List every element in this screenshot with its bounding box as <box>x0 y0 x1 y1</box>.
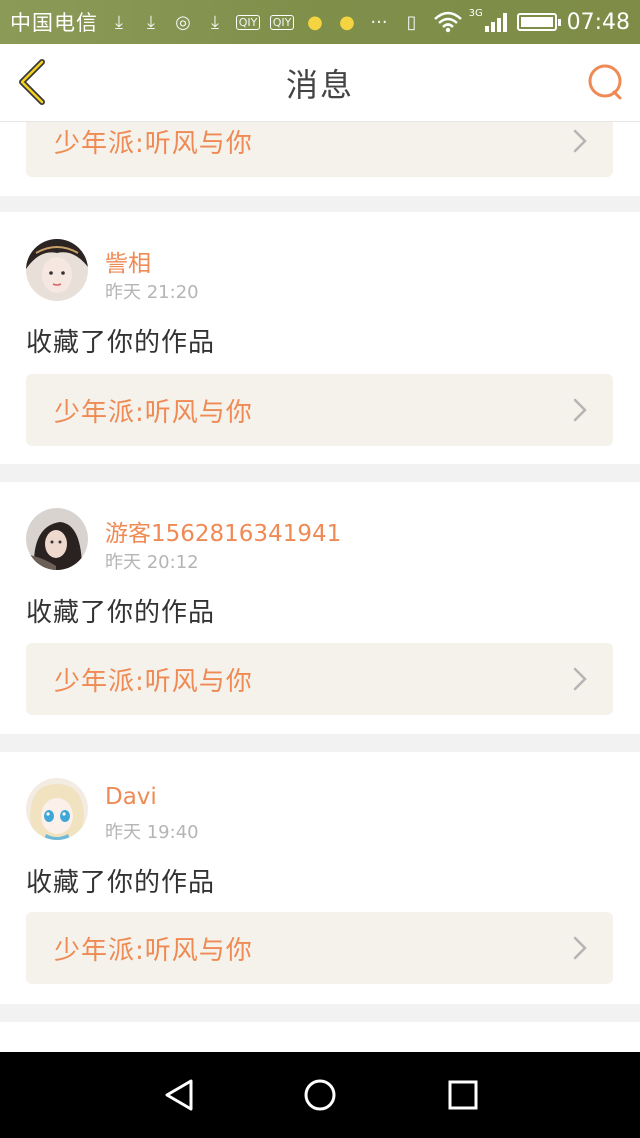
message-time: 昨天 21:20 <box>105 282 199 303</box>
back-button[interactable] <box>14 58 54 106</box>
user-name[interactable]: 訾相 <box>105 244 151 278</box>
navigation-bar <box>0 1052 640 1138</box>
work-link[interactable]: 少年派:听风与你 <box>26 122 613 177</box>
clock: 07:48 <box>566 9 630 35</box>
message-text: 收藏了你的作品 <box>26 868 216 898</box>
user-name[interactable]: 游客1562816341941 <box>105 514 341 548</box>
iqiyi-icon: QIY <box>236 14 260 30</box>
bulb-icon: ● <box>307 11 323 33</box>
message-time: 昨天 20:12 <box>105 552 199 573</box>
message-list[interactable]: 少年派:听风与你 訾相 昨天 21:20 收藏了你的作品 少年派:听风与你 游客… <box>0 122 640 1052</box>
recents-square-icon[interactable] <box>445 1077 481 1113</box>
signal-icon: 3G <box>469 8 507 32</box>
chevron-right-icon <box>573 398 587 422</box>
back-triangle-icon[interactable] <box>161 1077 197 1113</box>
work-link[interactable]: 少年派:听风与你 <box>26 374 613 446</box>
user-name[interactable]: Davi <box>105 784 157 810</box>
work-title: 少年派:听风与你 <box>54 397 253 428</box>
message-card <box>0 1022 640 1052</box>
search-button[interactable] <box>586 62 626 102</box>
message-card: 訾相 昨天 21:20 收藏了你的作品 少年派:听风与你 <box>0 212 640 464</box>
chevron-right-icon <box>573 936 587 960</box>
avatar[interactable] <box>26 508 88 570</box>
status-bar: 中国电信 ⤓ ⤓ ◎ ⤓ QIY QIY ● ● ··· ▯ 3G 07:48 <box>0 0 640 44</box>
back-arrow-icon <box>19 59 45 105</box>
work-title: 少年派:听风与你 <box>54 666 253 697</box>
message-card: 少年派:听风与你 <box>0 122 640 196</box>
message-time: 昨天 19:40 <box>105 822 199 843</box>
more-icon: ··· <box>370 11 388 33</box>
chevron-right-icon <box>573 129 587 153</box>
home-circle-icon[interactable] <box>302 1077 338 1113</box>
carrier-label: 中国电信 <box>10 11 98 35</box>
download-icon: ⤓ <box>147 11 155 33</box>
message-text: 收藏了你的作品 <box>26 328 216 358</box>
avatar[interactable] <box>26 239 88 301</box>
work-link[interactable]: 少年派:听风与你 <box>26 912 613 984</box>
bulb-icon: ● <box>339 11 355 33</box>
work-title: 少年派:听风与你 <box>54 128 253 159</box>
header: 消息 <box>0 44 640 122</box>
battery-icon <box>516 13 561 31</box>
work-title: 少年派:听风与你 <box>54 935 253 966</box>
message-text: 收藏了你的作品 <box>26 598 216 628</box>
network-label: 3G <box>468 8 483 19</box>
avatar[interactable] <box>26 778 88 840</box>
chevron-right-icon <box>573 667 587 691</box>
location-icon: ◎ <box>175 11 191 33</box>
download-icon: ⤓ <box>211 11 219 33</box>
download-icon: ⤓ <box>115 11 123 33</box>
search-icon <box>588 64 622 100</box>
wifi-icon <box>433 11 462 33</box>
work-link[interactable]: 少年派:听风与你 <box>26 643 613 715</box>
message-card: Davi 昨天 19:40 收藏了你的作品 少年派:听风与你 <box>0 752 640 1004</box>
vibrate-icon: ▯ <box>406 11 417 33</box>
page-title: 消息 <box>285 65 354 104</box>
message-card: 游客1562816341941 昨天 20:12 收藏了你的作品 少年派:听风与… <box>0 482 640 734</box>
iqiyi-icon: QIY <box>270 14 294 30</box>
